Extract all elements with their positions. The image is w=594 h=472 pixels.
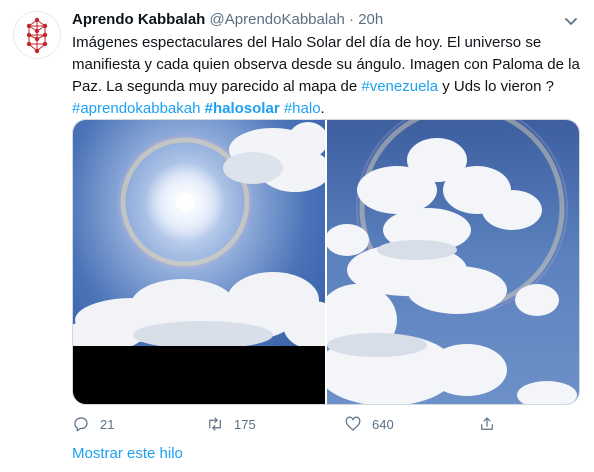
reply-count: 21	[100, 416, 115, 432]
tweet-timestamp[interactable]: 20h	[358, 11, 383, 28]
avatar[interactable]	[13, 11, 61, 59]
retweet-icon	[209, 417, 221, 431]
more-options-button[interactable]	[562, 12, 580, 30]
like-button[interactable]: 640	[344, 413, 394, 435]
tweet-header: Aprendo Kabbalah @AprendoKabbalah · 20h	[72, 10, 383, 30]
tweet-text-part-3: .	[320, 100, 325, 117]
hashtag-halosolar[interactable]: #halosolar	[205, 100, 280, 117]
show-thread-link[interactable]: Mostrar este hilo	[72, 444, 183, 464]
tweet[interactable]: Aprendo Kabbalah @AprendoKabbalah · 20h …	[0, 0, 594, 472]
heart-icon	[345, 416, 361, 431]
like-count: 640	[372, 416, 394, 432]
hashtag-aprendokabbakah[interactable]: #aprendokabbakah	[72, 100, 200, 117]
reply-icon	[74, 417, 88, 432]
halo-photo-2[interactable]	[327, 120, 580, 405]
author-name[interactable]: Aprendo Kabbalah	[72, 11, 205, 28]
hashtag-halo[interactable]: #halo	[284, 100, 321, 117]
tweet-text: Imágenes espectaculares del Halo Solar d…	[72, 32, 584, 120]
tweet-media	[72, 119, 580, 405]
black-bar	[73, 346, 325, 404]
retweet-count: 175	[234, 416, 256, 432]
tweet-actions: 21 175 640	[72, 413, 584, 435]
author-handle[interactable]: @AprendoKabbalah	[210, 11, 345, 28]
reply-button[interactable]: 21	[72, 413, 114, 435]
halo-photo-1[interactable]	[73, 120, 325, 405]
share-icon	[481, 417, 493, 430]
hashtag-venezuela[interactable]: #venezuela	[361, 78, 438, 95]
separator-dot: ·	[349, 11, 355, 28]
tweet-text-part-2: y Uds lo vieron ?	[438, 78, 554, 95]
tree-of-life-logo	[26, 17, 48, 54]
chevron-down-icon	[565, 18, 577, 25]
retweet-button[interactable]: 175	[206, 413, 256, 435]
share-button[interactable]	[478, 413, 506, 435]
